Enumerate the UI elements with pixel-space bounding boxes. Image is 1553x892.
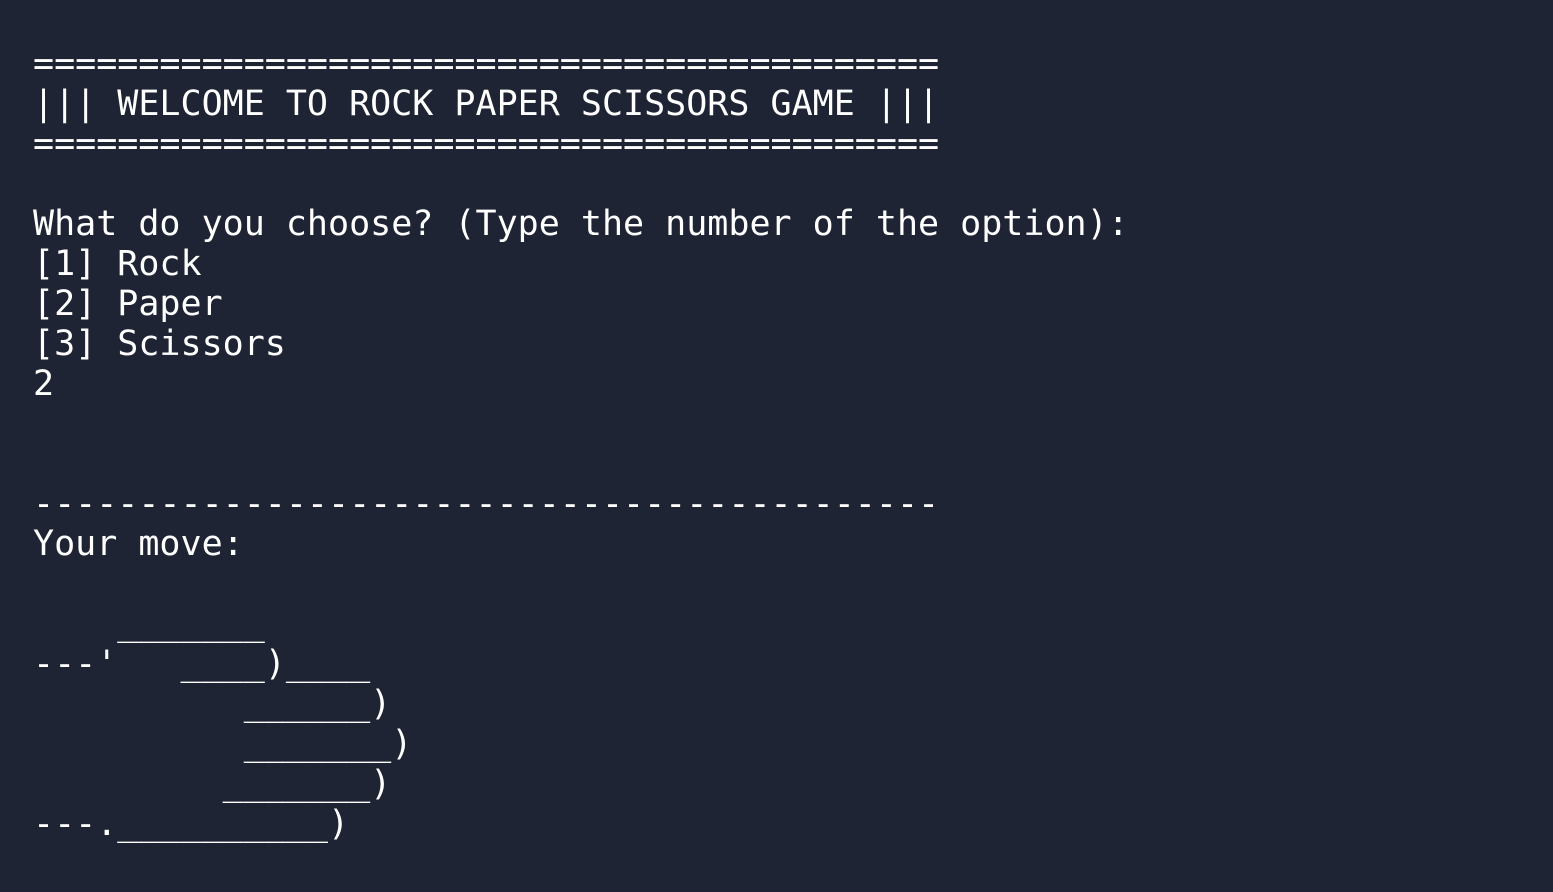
paper-ascii-art-line: ______)	[33, 684, 392, 724]
result-separator: ----------------------------------------…	[33, 484, 940, 524]
prompt-question: What do you choose? (Type the number of …	[33, 204, 1129, 244]
banner-top-rule: ========================================…	[33, 44, 940, 84]
option-paper: [2] Paper	[33, 284, 223, 324]
paper-ascii-art-line: _______	[33, 604, 265, 644]
terminal-window[interactable]: ========================================…	[0, 0, 1553, 892]
paper-ascii-art-line: ---' ____)____	[33, 644, 371, 684]
user-input: 2	[33, 364, 55, 404]
option-rock: [1] Rock	[33, 244, 202, 284]
banner-bottom-rule: ========================================…	[33, 124, 940, 164]
your-move-label: Your move:	[33, 524, 244, 564]
paper-ascii-art-line: _______)	[33, 764, 392, 804]
paper-ascii-art-line: _______)	[33, 724, 413, 764]
option-scissors: [3] Scissors	[33, 324, 286, 364]
paper-ascii-art-line: ---.__________)	[33, 804, 350, 844]
banner-title: ||| WELCOME TO ROCK PAPER SCISSORS GAME …	[33, 84, 940, 124]
